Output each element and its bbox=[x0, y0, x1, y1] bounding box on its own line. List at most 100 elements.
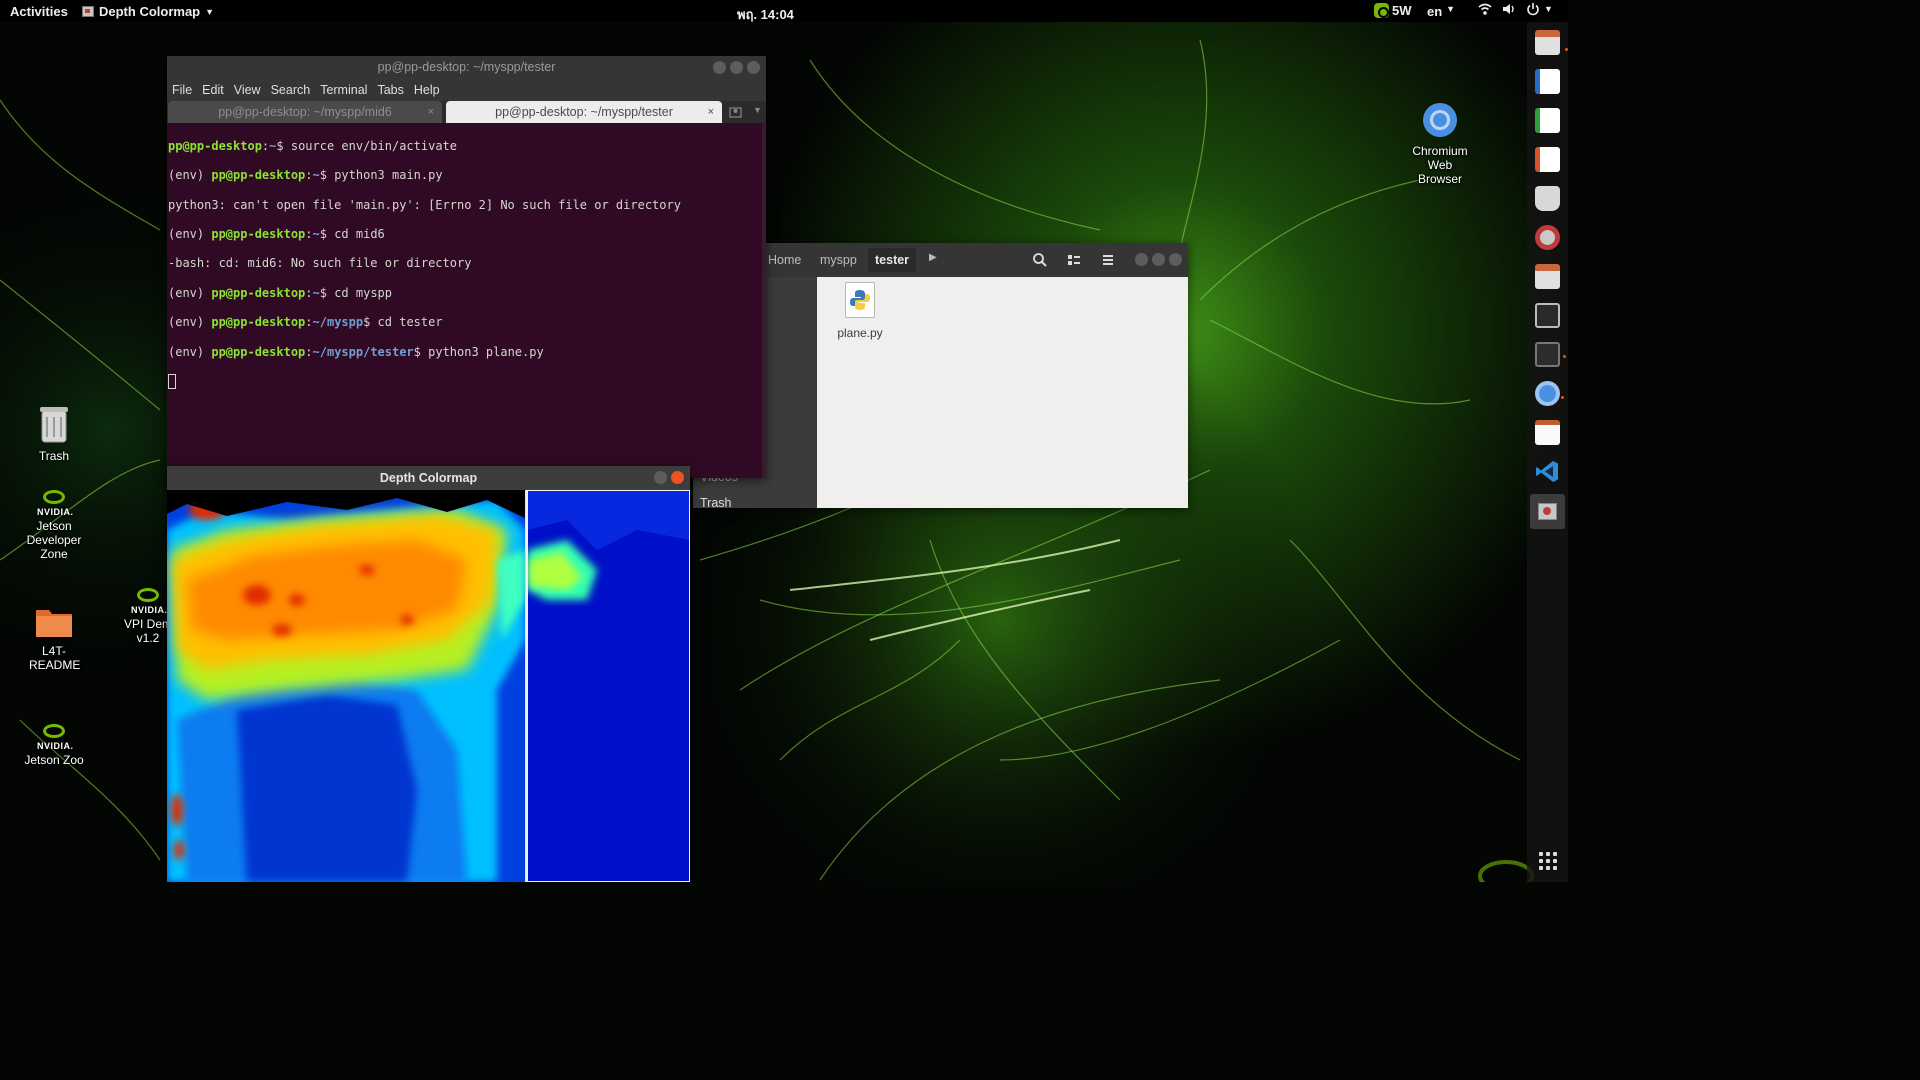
file-item[interactable]: plane.py bbox=[833, 282, 887, 340]
menu-edit[interactable]: Edit bbox=[202, 83, 224, 97]
running-indicator bbox=[1561, 396, 1564, 399]
search-icon[interactable] bbox=[1032, 252, 1048, 268]
top-bar: Activities Depth Colormap ▼ พฤ. 14:04 5W… bbox=[0, 0, 1568, 22]
desktop-l4t-readme[interactable]: L4T-README bbox=[14, 606, 94, 672]
terminal-tabbar: pp@pp-desktop: ~/myspp/mid6 × pp@pp-desk… bbox=[167, 101, 766, 123]
files-content: plane.py bbox=[817, 277, 1188, 508]
folder-icon bbox=[36, 610, 72, 637]
maximize-icon[interactable] bbox=[730, 61, 743, 74]
new-tab-icon[interactable] bbox=[729, 105, 743, 119]
files-window: Home myspp tester ▶ Videos Trash plane.p… bbox=[693, 243, 1188, 510]
menu-view[interactable]: View bbox=[234, 83, 261, 97]
files-icon[interactable] bbox=[1535, 30, 1568, 55]
terminal-scrollbar[interactable] bbox=[762, 123, 766, 478]
terminal-line: -bash: cd: mid6: No such file or directo… bbox=[168, 256, 472, 271]
chevron-right-icon[interactable]: ▶ bbox=[929, 252, 937, 263]
activities-button[interactable]: Activities bbox=[10, 4, 68, 19]
terminal-icon[interactable] bbox=[1535, 342, 1566, 367]
power-mode-label: 5W bbox=[1392, 3, 1412, 18]
vscode-icon[interactable] bbox=[1535, 459, 1560, 484]
terminal-line: python3: can't open file 'main.py': [Err… bbox=[168, 197, 681, 212]
chevron-down-icon[interactable]: ▼ bbox=[753, 105, 762, 115]
files-window-controls bbox=[1135, 253, 1182, 266]
input-language-menu[interactable]: en ▼ bbox=[1427, 4, 1455, 19]
terminal-line: (env) pp@pp-desktop:~$ cd mid6 bbox=[168, 226, 385, 241]
desktop-chromium[interactable]: Chromium Web Browser bbox=[1400, 102, 1480, 186]
desktop-chromium-label: Chromium Web Browser bbox=[1412, 144, 1468, 186]
settings-icon[interactable] bbox=[1535, 225, 1560, 250]
writer-icon[interactable] bbox=[1535, 69, 1560, 94]
terminal-line: (env) pp@pp-desktop:~/myspp$ cd tester bbox=[168, 315, 443, 330]
terminal-menubar: File Edit View Search Terminal Tabs Help bbox=[167, 79, 766, 101]
desktop-jetson-zoo-label: Jetson Zoo bbox=[24, 753, 84, 767]
breadcrumb-tester[interactable]: tester bbox=[868, 248, 917, 272]
power-icon bbox=[1527, 3, 1539, 16]
chevron-down-icon: ▼ bbox=[1544, 4, 1553, 14]
sidebar-item-trash[interactable]: Trash bbox=[700, 496, 732, 510]
text-editor-icon[interactable] bbox=[1535, 420, 1560, 445]
breadcrumb-myspp[interactable]: myspp bbox=[813, 248, 864, 272]
close-icon[interactable] bbox=[747, 61, 760, 74]
menu-tabs[interactable]: Tabs bbox=[377, 83, 403, 97]
files-headerbar: Home myspp tester ▶ bbox=[693, 243, 1188, 277]
file-item-name: plane.py bbox=[837, 326, 883, 340]
app-menu[interactable]: Depth Colormap ▼ bbox=[82, 4, 214, 19]
maximize-icon[interactable] bbox=[1152, 253, 1165, 266]
menu-file[interactable]: File bbox=[172, 83, 192, 97]
chevron-down-icon: ▼ bbox=[205, 6, 215, 17]
view-options-icon[interactable] bbox=[1066, 252, 1082, 268]
desktop-trash[interactable]: Trash bbox=[14, 405, 94, 463]
impress-icon[interactable] bbox=[1535, 147, 1560, 172]
window-title: pp@pp-desktop: ~/myspp/tester bbox=[377, 60, 556, 74]
show-applications-icon[interactable] bbox=[1539, 852, 1557, 870]
minimize-icon[interactable] bbox=[1135, 253, 1148, 266]
menu-icon[interactable] bbox=[1100, 252, 1116, 268]
terminal-line: (env) pp@pp-desktop:~$ python3 main.py bbox=[168, 168, 443, 183]
nvidia-icon: NVIDIA. bbox=[131, 588, 167, 615]
menu-help[interactable]: Help bbox=[414, 83, 440, 97]
close-icon[interactable] bbox=[671, 471, 684, 484]
depth-window-controls bbox=[654, 471, 684, 484]
volume-icon bbox=[1503, 4, 1514, 14]
files2-icon[interactable] bbox=[1535, 264, 1560, 289]
terminal-line: (env) pp@pp-desktop:~$ cd myspp bbox=[168, 285, 392, 300]
breadcrumb-home[interactable]: Home bbox=[761, 248, 808, 272]
software-icon[interactable] bbox=[1535, 186, 1560, 211]
terminal-titlebar[interactable]: pp@pp-desktop: ~/myspp/tester bbox=[167, 56, 766, 79]
menu-terminal[interactable]: Terminal bbox=[320, 83, 367, 97]
depth-colormap-image bbox=[167, 490, 690, 882]
clock[interactable]: พฤ. 14:04 bbox=[737, 4, 794, 25]
nvidia-icon: NVIDIA. bbox=[37, 724, 73, 751]
close-icon[interactable] bbox=[1169, 253, 1182, 266]
depth-colormap-window: Depth Colormap bbox=[167, 466, 690, 882]
depth-colormap-titlebar[interactable]: Depth Colormap bbox=[167, 466, 690, 490]
app-menu-label: Depth Colormap bbox=[99, 4, 201, 19]
minimize-icon[interactable] bbox=[654, 471, 667, 484]
desktop-jetson-developer-zone-label: Jetson Developer Zone bbox=[26, 519, 82, 561]
depth-colormap-icon[interactable] bbox=[1530, 494, 1565, 529]
close-icon[interactable]: × bbox=[428, 101, 434, 123]
menu-search[interactable]: Search bbox=[271, 83, 311, 97]
chromium-icon[interactable] bbox=[1535, 381, 1564, 406]
input-language-label: en bbox=[1427, 4, 1443, 19]
monitor-icon[interactable] bbox=[1535, 303, 1560, 328]
close-icon[interactable]: × bbox=[708, 101, 714, 123]
nvidia-icon: NVIDIA. bbox=[37, 490, 73, 517]
desktop-jetson-developer-zone[interactable]: NVIDIA. Jetson Developer Zone bbox=[14, 490, 94, 561]
desktop-jetson-zoo[interactable]: NVIDIA. Jetson Zoo bbox=[14, 724, 94, 767]
terminal-cursor bbox=[168, 373, 176, 389]
tab-mid6[interactable]: pp@pp-desktop: ~/myspp/mid6 × bbox=[168, 101, 442, 123]
python-file-icon bbox=[845, 282, 875, 318]
tab-tester[interactable]: pp@pp-desktop: ~/myspp/tester × bbox=[446, 101, 722, 123]
nvidia-power-indicator[interactable]: 5W bbox=[1374, 3, 1412, 18]
terminal-line: pp@pp-desktop:~$ source env/bin/activate bbox=[168, 138, 458, 153]
trash-icon bbox=[40, 407, 68, 443]
chevron-down-icon: ▼ bbox=[1446, 4, 1456, 14]
terminal-output[interactable]: pp@pp-desktop:~$ source env/bin/activate… bbox=[167, 123, 766, 419]
minimize-icon[interactable] bbox=[713, 61, 726, 74]
terminal-window-controls bbox=[713, 61, 760, 74]
depth-colormap-app-icon-dot bbox=[1543, 507, 1551, 515]
calc-icon[interactable] bbox=[1535, 108, 1560, 133]
system-status-menu[interactable]: ▼ bbox=[1478, 2, 1553, 16]
tab-label: pp@pp-desktop: ~/myspp/mid6 bbox=[218, 105, 392, 119]
